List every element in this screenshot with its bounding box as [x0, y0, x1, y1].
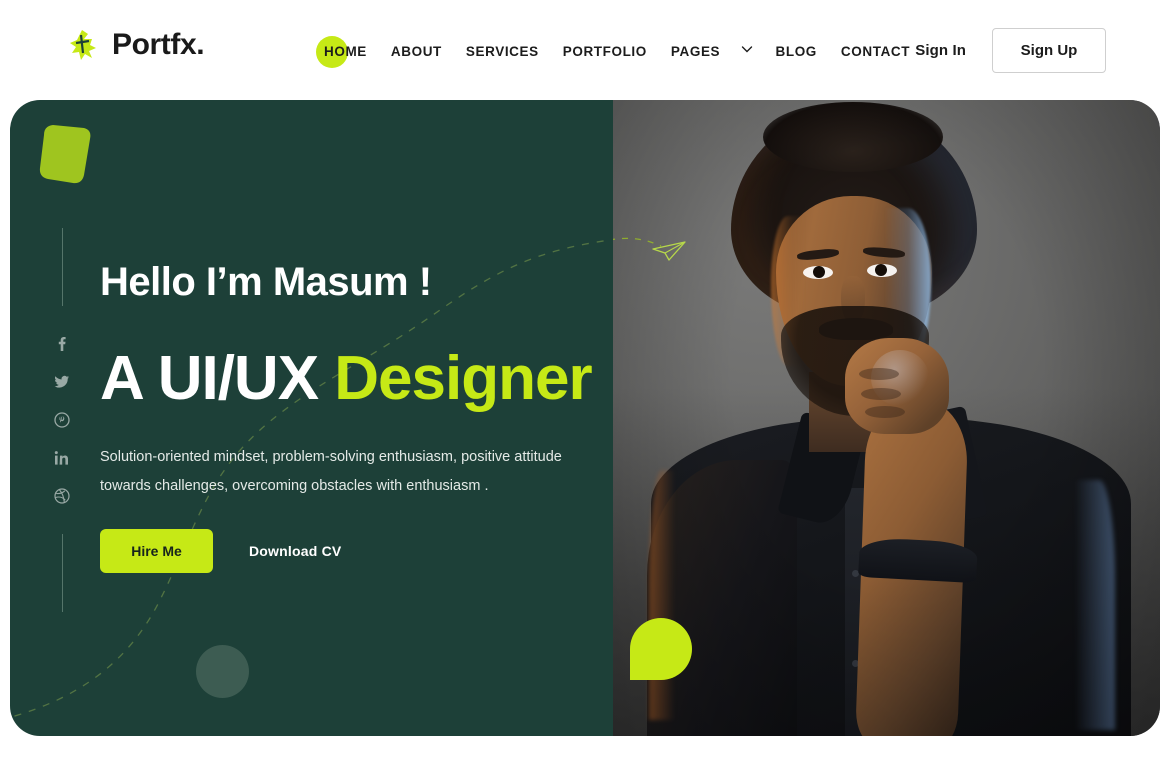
- portrait-vignette: [613, 100, 1160, 736]
- auth-actions: Sign In Sign Up: [915, 28, 1106, 73]
- hero-portrait-panel: [613, 100, 1160, 736]
- hero-cta-row: Hire Me Download CV: [100, 529, 600, 574]
- hero-copy: Hello I’m Masum ! A UI/UX Designer Solut…: [100, 260, 600, 574]
- hero-section: Hello I’m Masum ! A UI/UX Designer Solut…: [10, 100, 1160, 736]
- nav-item-services[interactable]: SERVICES: [454, 36, 551, 67]
- nav-item-pages[interactable]: PAGES: [659, 36, 764, 67]
- main-navigation: HOME ABOUT SERVICES PORTFOLIO PAGES BLOG…: [312, 36, 922, 67]
- dark-circle-shape: [196, 645, 249, 698]
- download-cv-link[interactable]: Download CV: [249, 543, 341, 559]
- hero-subtext: Solution-oriented mindset, problem-solvi…: [100, 449, 562, 495]
- chevron-down-icon: [741, 43, 752, 54]
- linkedin-icon[interactable]: [54, 450, 70, 466]
- nav-label: BLOG: [775, 44, 817, 59]
- sign-up-button[interactable]: Sign Up: [992, 28, 1106, 73]
- nav-item-contact[interactable]: CONTACT: [829, 36, 922, 67]
- brand-logo[interactable]: Portfx.: [68, 28, 205, 62]
- social-rail: [46, 228, 78, 612]
- social-links: [54, 336, 70, 504]
- hero-greeting: Hello I’m Masum !: [100, 260, 432, 304]
- portrait-photo: [613, 100, 1160, 736]
- portfx-logo-icon: [68, 28, 102, 62]
- rail-divider-bottom: [61, 534, 63, 612]
- hero-left-panel: Hello I’m Masum ! A UI/UX Designer Solut…: [10, 100, 613, 736]
- site-header: Portfx. HOME ABOUT SERVICES PORTFOLIO PA…: [0, 0, 1170, 100]
- nav-label: ABOUT: [390, 44, 442, 59]
- sign-in-link[interactable]: Sign In: [915, 42, 966, 59]
- headline-accent: Designer: [334, 344, 592, 413]
- page-root: Portfx. HOME ABOUT SERVICES PORTFOLIO PA…: [0, 0, 1170, 780]
- nav-label: HOME: [324, 44, 367, 59]
- rail-divider-top: [61, 228, 63, 306]
- nav-item-portfolio[interactable]: PORTFOLIO: [551, 36, 659, 67]
- twitter-icon[interactable]: [54, 374, 70, 390]
- green-leaf-shape: [630, 618, 692, 680]
- dribbble-icon[interactable]: [54, 488, 70, 504]
- green-blob-shape: [36, 123, 94, 186]
- headline-plain: A UI/UX: [100, 344, 335, 413]
- hero-headline: A UI/UX Designer: [100, 346, 600, 411]
- hire-me-button[interactable]: Hire Me: [100, 529, 213, 574]
- facebook-icon[interactable]: [54, 336, 70, 352]
- paper-plane-icon: [651, 240, 687, 262]
- brand-name: Portfx.: [112, 28, 205, 61]
- nav-label: CONTACT: [840, 44, 911, 59]
- nav-item-home[interactable]: HOME: [312, 36, 379, 67]
- nav-item-about[interactable]: ABOUT: [379, 36, 454, 67]
- pinterest-icon[interactable]: [54, 412, 70, 428]
- nav-label: PORTFOLIO: [562, 44, 647, 59]
- nav-label: SERVICES: [465, 44, 539, 59]
- nav-item-blog[interactable]: BLOG: [764, 36, 829, 67]
- nav-label: PAGES: [670, 44, 721, 59]
